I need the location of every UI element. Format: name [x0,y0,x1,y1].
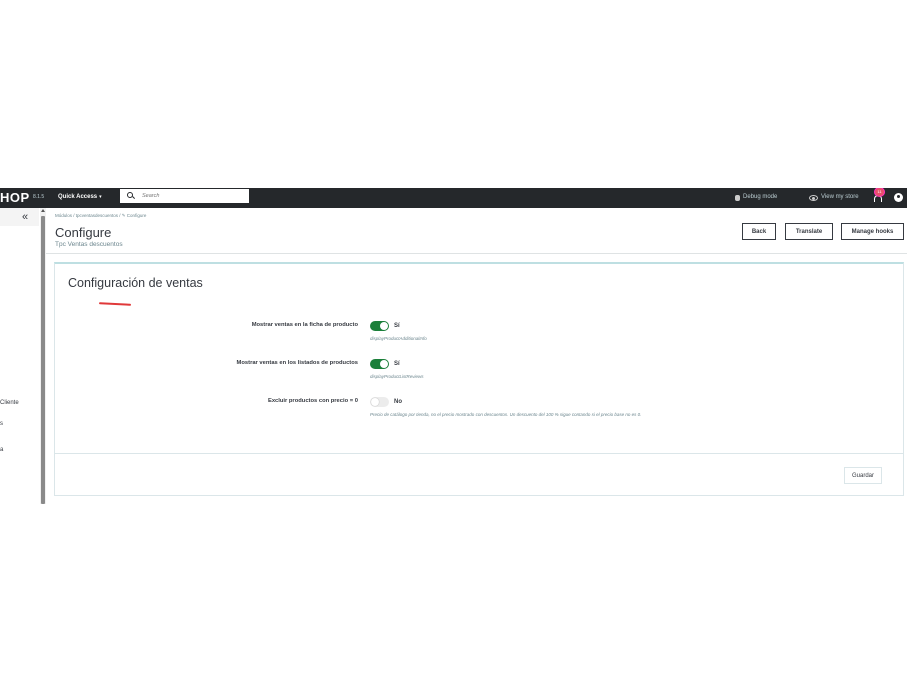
toggle-product-page[interactable] [370,321,389,331]
sidebar: « Cliente s a [0,208,39,504]
manage-hooks-button[interactable]: Manage hooks [841,223,904,240]
search-icon [127,192,133,198]
row-label-exclude-zero-price: Excluir productos con precio = 0 [267,398,358,404]
toggle-knob [380,322,388,330]
panel-title: Configuración de ventas [68,276,203,290]
red-annotation-mark [98,302,132,306]
config-panel: Configuración de ventas Mostrar ventas e… [54,262,904,496]
sidebar-selected-row [0,208,39,226]
help-product-list: displayProductListReviews [370,374,424,379]
back-button[interactable]: Back [742,223,776,240]
version-label: 8.1.5 [33,194,45,200]
translate-button[interactable]: Translate [785,223,833,240]
breadcrumb[interactable]: Módulos / tpcventasdescuentos / ✎ Config… [55,213,146,219]
page-title: Configure [55,225,112,240]
quick-access-label: Quick Access [58,194,98,200]
sidebar-item-2[interactable]: s [0,421,3,427]
header-divider [46,253,907,254]
admin-window: HOP 8.1.5 Quick Access▾ Debug mode View … [0,188,907,504]
chevron-down-icon: ▾ [99,194,102,200]
notification-badge: 11 [874,188,885,197]
panel-footer-divider [55,453,903,454]
user-avatar-icon[interactable] [894,193,903,202]
row-label-product-list: Mostrar ventas en los listados de produc… [236,360,358,366]
toggle-state-product-page: Sí [394,323,400,329]
toggle-exclude-zero-price[interactable] [370,397,389,407]
bug-icon [735,195,740,201]
toggle-state-product-list: Sí [394,361,400,367]
scroll-up-icon[interactable] [41,209,45,212]
help-exclude-zero-price: Precio de catálogo por tienda, no el pre… [370,412,642,417]
save-button[interactable]: Guardar [844,467,882,484]
row-label-product-page: Mostrar ventas en la ficha de producto [251,322,358,328]
page-subtitle: Tpc Ventas descuentos [55,241,123,248]
view-store-link[interactable]: View my store [821,194,859,200]
debug-mode-link[interactable]: Debug mode [743,194,777,200]
help-product-page: displayProductAdditionalInfo [370,336,427,341]
eye-icon [809,195,818,201]
collapse-sidebar-icon[interactable]: « [22,211,28,223]
sidebar-item-customer[interactable]: Cliente [0,400,19,406]
toggle-knob [380,360,388,368]
toggle-product-list[interactable] [370,359,389,369]
toggle-state-exclude-zero-price: No [394,399,402,405]
search-input[interactable] [142,190,242,201]
sidebar-item-3[interactable]: a [0,447,3,453]
quick-access-button[interactable]: Quick Access ▾ [58,194,102,200]
toggle-knob [371,398,379,406]
top-bar: HOP 8.1.5 Quick Access▾ Debug mode View … [0,188,907,208]
scroll-thumb[interactable] [41,216,45,504]
logo: HOP [0,190,30,205]
